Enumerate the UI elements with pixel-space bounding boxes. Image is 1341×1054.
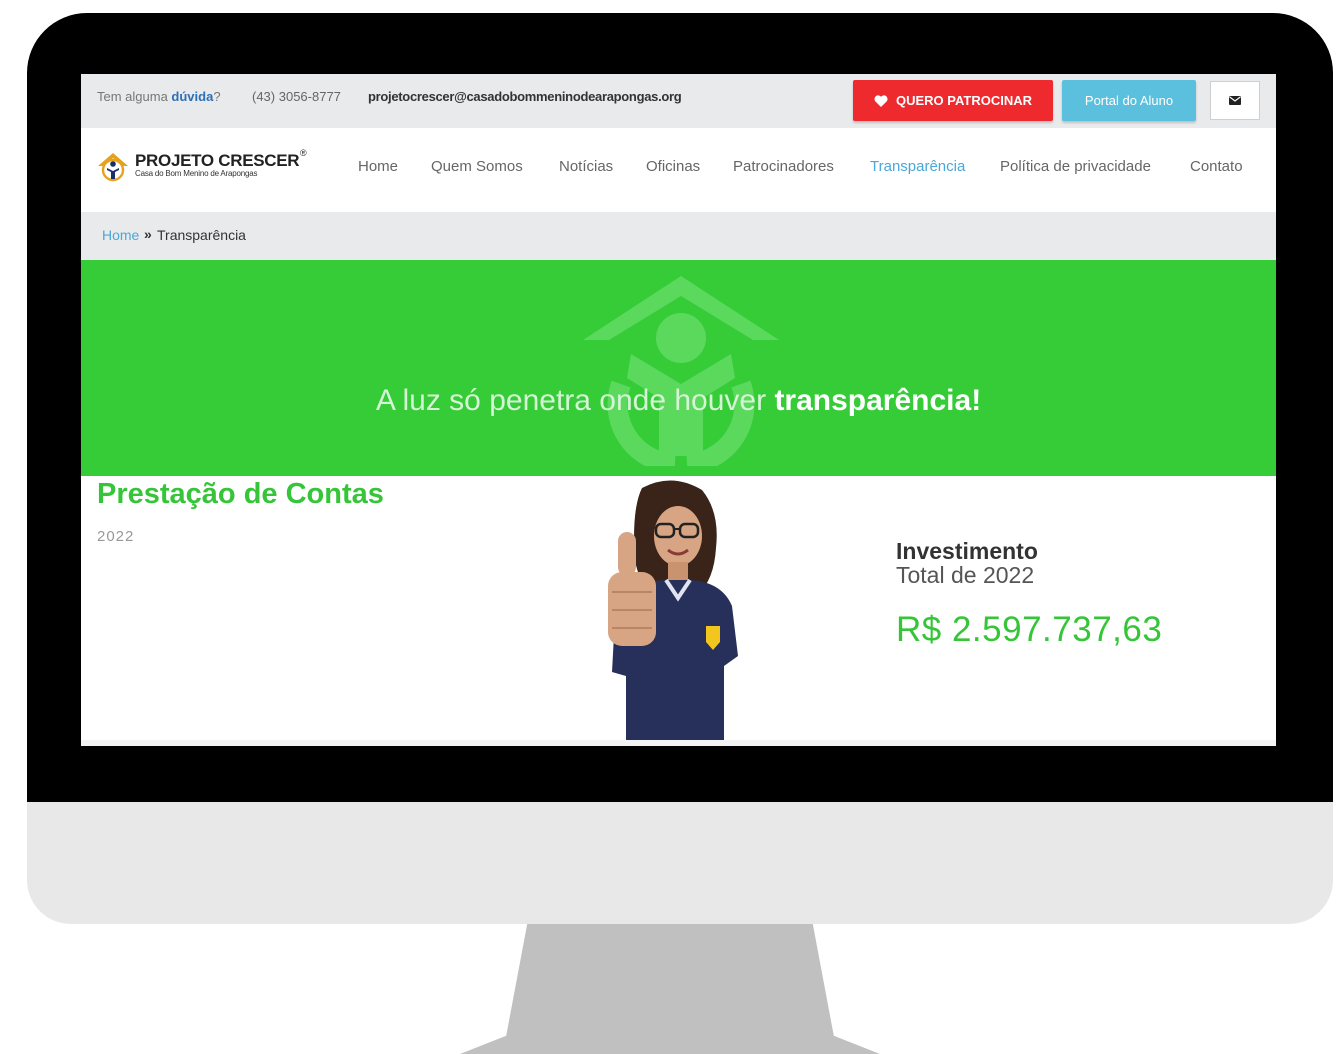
heart-icon — [874, 94, 888, 107]
monitor-chin — [27, 802, 1333, 924]
website-screen: Tem alguma dúvida? (43) 3056-8777 projet… — [81, 74, 1276, 746]
nav-item-patrocinadores[interactable]: Patrocinadores — [733, 158, 834, 175]
breadcrumb: Home » Transparência — [81, 212, 1276, 260]
nav-item-transparencia[interactable]: Transparência — [870, 158, 965, 175]
nav-item-politica-privacidade[interactable]: Política de privacidade — [1000, 158, 1151, 175]
breadcrumb-separator: » — [144, 226, 152, 242]
quero-patrocinar-label: QUERO PATROCINAR — [895, 93, 1033, 108]
nav-item-quem-somos[interactable]: Quem Somos — [431, 158, 523, 175]
content-divider — [81, 740, 1276, 746]
accountability-section: Prestação de Contas 2022 Investimento To… — [81, 476, 1276, 746]
investment-label: Investimento — [896, 538, 1038, 564]
banner-headline: A luz só penetra onde houver transparênc… — [375, 384, 982, 417]
investment-total-value: R$ 2.597.737,63 — [896, 610, 1163, 649]
logo-registered-mark: ® — [300, 148, 307, 158]
mail-button[interactable] — [1210, 81, 1260, 120]
logo-subtitle: Casa do Bom Menino de Arapongas — [135, 169, 258, 178]
logo-name: PROJETO CRESCER — [135, 151, 300, 170]
investment-subtitle: Total de 2022 — [896, 562, 1035, 588]
breadcrumb-current: Transparência — [157, 227, 246, 243]
section-title: Prestação de Contas — [97, 478, 384, 510]
help-text: Tem alguma dúvida? — [97, 89, 221, 104]
section-year: 2022 — [97, 528, 135, 545]
portal-aluno-button[interactable]: Portal do Aluno — [1062, 80, 1196, 121]
phone-number[interactable]: (43) 3056-8777 — [252, 89, 341, 104]
breadcrumb-home[interactable]: Home — [102, 227, 139, 243]
logo-house-icon — [98, 153, 128, 182]
nav-item-oficinas[interactable]: Oficinas — [646, 158, 700, 175]
nav-item-home[interactable]: Home — [358, 158, 398, 175]
top-bar: Tem alguma dúvida? (43) 3056-8777 projet… — [81, 74, 1276, 128]
nav-item-noticias[interactable]: Notícias — [559, 158, 613, 175]
help-link[interactable]: dúvida — [171, 89, 213, 104]
portal-aluno-label: Portal do Aluno — [1084, 93, 1174, 108]
main-navbar: PROJETO CRESCER ® Casa do Bom Menino de … — [81, 128, 1276, 212]
nav-item-contato[interactable]: Contato — [1190, 158, 1243, 175]
student-thumbs-up-photo — [608, 480, 738, 744]
quero-patrocinar-button[interactable]: QUERO PATROCINAR — [853, 80, 1053, 121]
house-child-icon — [583, 276, 779, 466]
monitor-stand — [460, 924, 880, 1054]
email-link[interactable]: projetocrescer@casadobommeninodearaponga… — [368, 89, 682, 104]
envelope-icon — [1229, 96, 1241, 105]
hero-banner: A luz só penetra onde houver transparênc… — [81, 260, 1276, 476]
